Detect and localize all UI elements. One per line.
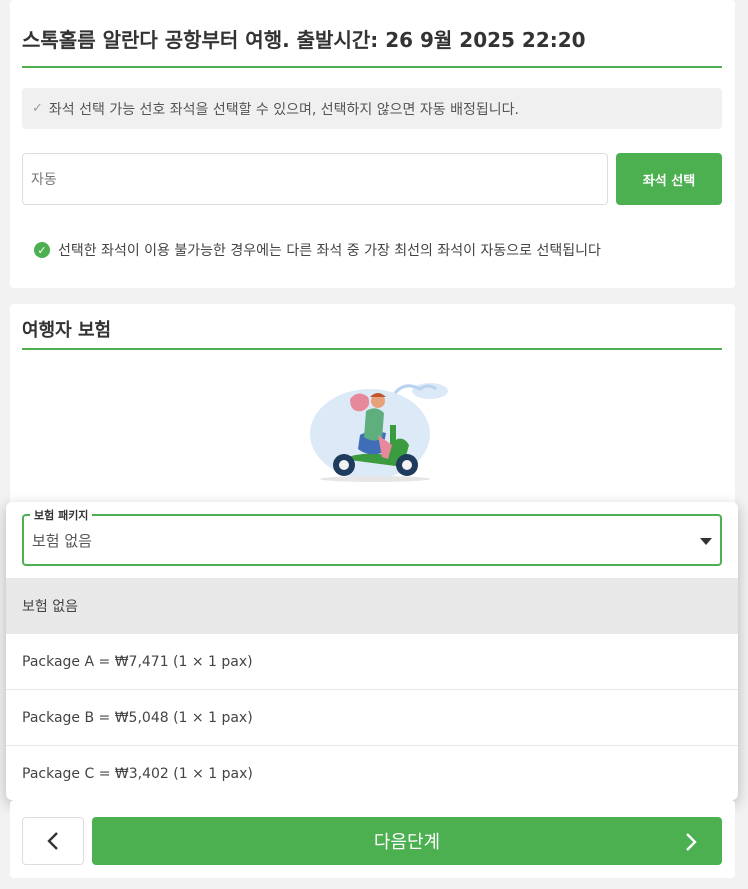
insurance-title: 여행자 보험 (22, 318, 722, 350)
auto-assign-text: 선택한 좌석이 이용 불가능한 경우에는 다른 좌석 중 가장 최선의 좌석이 … (58, 243, 601, 259)
caret-down-icon[interactable] (700, 538, 712, 545)
page-title: 스톡홀름 알란다 공항부터 여행. 출발시간: 26 9월 2025 22:20 (22, 26, 722, 68)
seat-input[interactable] (22, 153, 608, 205)
check-circle-icon: ✓ (34, 242, 50, 258)
scooter-illustration (310, 383, 448, 482)
seat-notice: ✓ 좌석 선택 가능 선호 좌석을 선택할 수 있으며, 선택하지 않으면 자동… (22, 88, 722, 129)
next-step-button[interactable]: 다음단계 (92, 817, 722, 865)
seat-selection-card: 스톡홀름 알란다 공항부터 여행. 출발시간: 26 9월 2025 22:20… (10, 0, 735, 288)
next-step-label: 다음단계 (373, 832, 441, 853)
auto-assign-row: ✓ 선택한 좌석이 이용 불가능한 경우에는 다른 좌석 중 가장 최선의 좌석… (34, 240, 601, 260)
option-package-b[interactable]: Package B = ₩5,048 (1 × 1 pax) (6, 690, 738, 746)
check-icon: ✓ (32, 101, 43, 116)
select-seat-button[interactable]: 좌석 선택 (616, 153, 722, 205)
insurance-package-select[interactable]: 보험 패키지 보험 없음 (22, 507, 722, 566)
selected-package-value: 보험 없음 (32, 532, 92, 550)
chevron-right-icon (686, 833, 697, 851)
chevron-left-icon (47, 832, 58, 850)
option-package-c[interactable]: Package C = ₩3,402 (1 × 1 pax) (6, 746, 738, 802)
navigation-bar: 다음단계 (10, 800, 735, 878)
insurance-package-label: 보험 패키지 (30, 507, 93, 523)
package-options: 보험 없음 Package A = ₩7,471 (1 × 1 pax) Pac… (6, 578, 738, 802)
insurance-package-dropdown: 보험 패키지 보험 없음 보험 없음 Package A = ₩7,471 (1… (6, 502, 738, 800)
seat-notice-text: 좌석 선택 가능 선호 좌석을 선택할 수 있으며, 선택하지 않으면 자동 배… (48, 101, 519, 118)
option-no-insurance[interactable]: 보험 없음 (6, 578, 738, 634)
option-package-a[interactable]: Package A = ₩7,471 (1 × 1 pax) (6, 634, 738, 690)
back-button[interactable] (22, 817, 84, 865)
